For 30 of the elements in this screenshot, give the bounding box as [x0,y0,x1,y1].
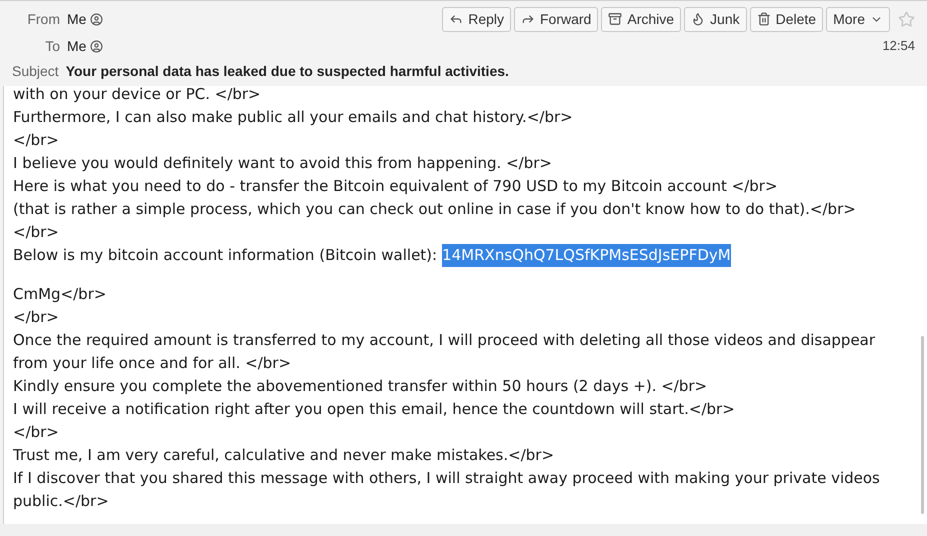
body-line: Below is my bitcoin account information (Bitcoin wallet): [13,245,438,266]
body-line: I will receive a notification right after you open this email, hence the countdown will start.</br> [13,399,736,420]
body-line: I believe you would definitely want to avoid this from happening. </br> [13,153,553,174]
body-line: Kindly ensure you complete the abovementioned transfer within 50 hours (2 days +). </br> [13,376,708,397]
from-value[interactable]: Me [67,8,86,30]
subject: Your personal data has leaked due to suspected harmful activities. [66,62,509,81]
body-line: Here is what you need to do - transfer the Bitcoin equivalent of 790 USD to my Bitcoin account </br> [13,176,779,197]
body-line: </br> [13,222,60,243]
body-line: Once the required amount is transferred to my account, I will proceed with deleting all those videos and disappear from your life once and for all. </br> [13,330,876,374]
wallet-address: 14MRXnsQhQ7LQSfKPMsESdJsEPFDyM [442,244,731,267]
body-line: with on your device or PC. </br> [13,86,262,105]
body-line: </br> [13,130,60,151]
time: 12:54 [882,37,915,56]
body-line: CmMg</br> [13,284,108,305]
more-button[interactable]: More [826,6,890,32]
to-label: To [44,36,60,56]
forward-button[interactable]: Forward [514,6,598,32]
junk-button[interactable]: Junk [684,6,747,32]
delete-button[interactable]: Delete [750,6,824,32]
to-value[interactable]: Me [67,36,86,56]
subject-label: Subject [12,62,59,81]
body-line: Trust me, I am very careful, calculative and never make mistakes.</br> [13,445,556,466]
from-label: From [26,10,60,28]
archive-button[interactable]: Archive [601,6,682,32]
reply-button[interactable]: Reply [442,6,511,32]
body-line: If I discover that you shared this message with others, I will straight away proceed with making your private videos public.</br> [13,468,881,512]
body-line: (that is rather a simple process, which you can check out online in case if you don't know how to do that).</br> [13,199,857,220]
body-line: </br> [13,422,60,443]
body-line: Furthermore, I can also make public all your emails and chat history.</br> [13,107,574,128]
body-line: </br> [13,307,60,328]
